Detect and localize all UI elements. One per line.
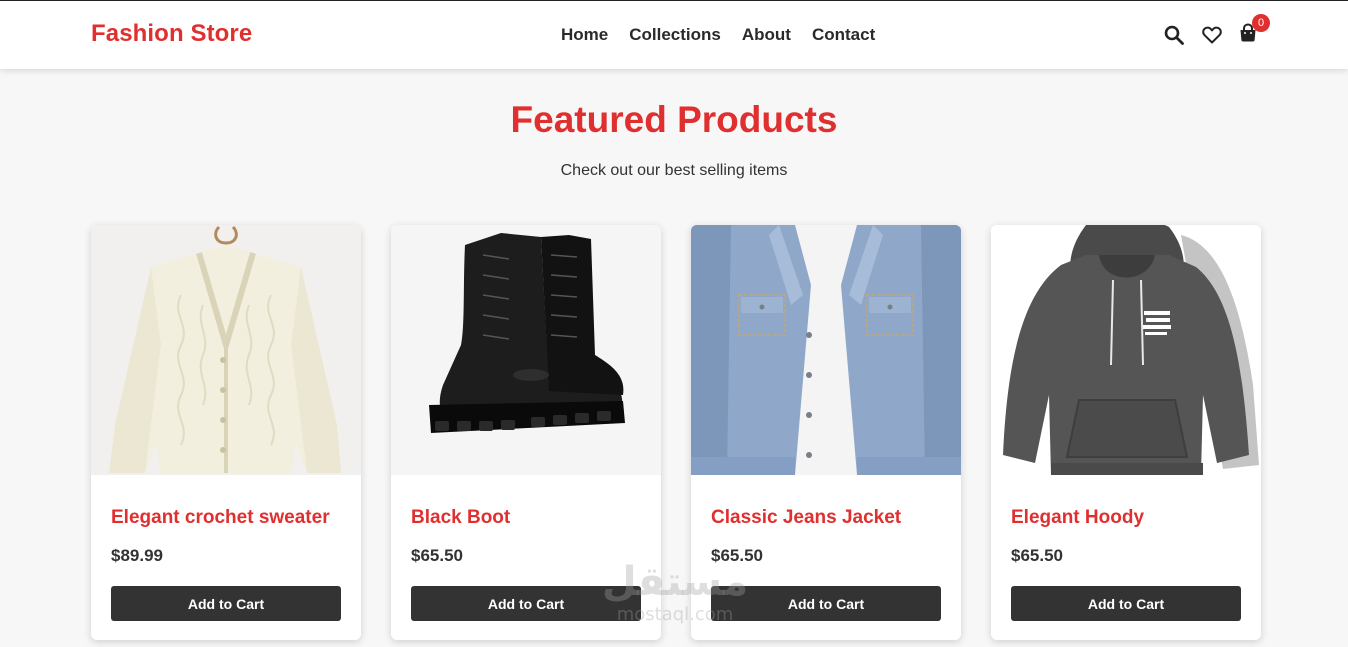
product-price: $65.50 (1011, 546, 1063, 565)
product-price: $65.50 (711, 546, 763, 565)
product-price: $89.99 (111, 546, 163, 565)
nav-contact[interactable]: Contact (812, 25, 875, 45)
page-subtitle: Check out our best selling items (560, 162, 788, 179)
product-card[interactable]: Classic Jeans Jacket $65.50 Add to Cart (691, 225, 961, 640)
add-to-cart-button[interactable]: Add to Cart (1011, 586, 1241, 621)
product-name[interactable]: Elegant Hoody (1011, 507, 1144, 529)
navbar: Fashion Store Home Collections About Con… (0, 0, 1348, 69)
cart-count-badge: 0 (1252, 14, 1270, 32)
main-nav: Home Collections About Contact (561, 25, 875, 45)
product-image-hoody[interactable] (991, 225, 1261, 475)
add-to-cart-button[interactable]: Add to Cart (111, 586, 341, 621)
product-name[interactable]: Classic Jeans Jacket (711, 507, 901, 529)
product-card[interactable]: Elegant Hoody $65.50 Add to Cart (991, 225, 1261, 640)
product-image-sweater[interactable] (91, 225, 361, 475)
product-card[interactable]: Black Boot $65.50 Add to Cart (391, 225, 661, 640)
heart-icon[interactable] (1202, 26, 1224, 48)
product-image-jeans-jacket[interactable] (691, 225, 961, 475)
product-card[interactable]: Elegant crochet sweater $89.99 Add to Ca… (91, 225, 361, 640)
page-title: Featured Products (510, 99, 838, 140)
product-name[interactable]: Black Boot (411, 507, 510, 529)
product-price: $65.50 (411, 546, 463, 565)
product-image-boot[interactable] (391, 225, 661, 475)
brand-logo[interactable]: Fashion Store (91, 20, 252, 48)
search-icon[interactable] (1164, 25, 1186, 47)
add-to-cart-button[interactable]: Add to Cart (411, 586, 641, 621)
add-to-cart-button[interactable]: Add to Cart (711, 586, 941, 621)
product-name[interactable]: Elegant crochet sweater (111, 507, 330, 529)
nav-collections[interactable]: Collections (629, 25, 721, 45)
nav-about[interactable]: About (742, 25, 791, 45)
nav-home[interactable]: Home (561, 25, 608, 45)
